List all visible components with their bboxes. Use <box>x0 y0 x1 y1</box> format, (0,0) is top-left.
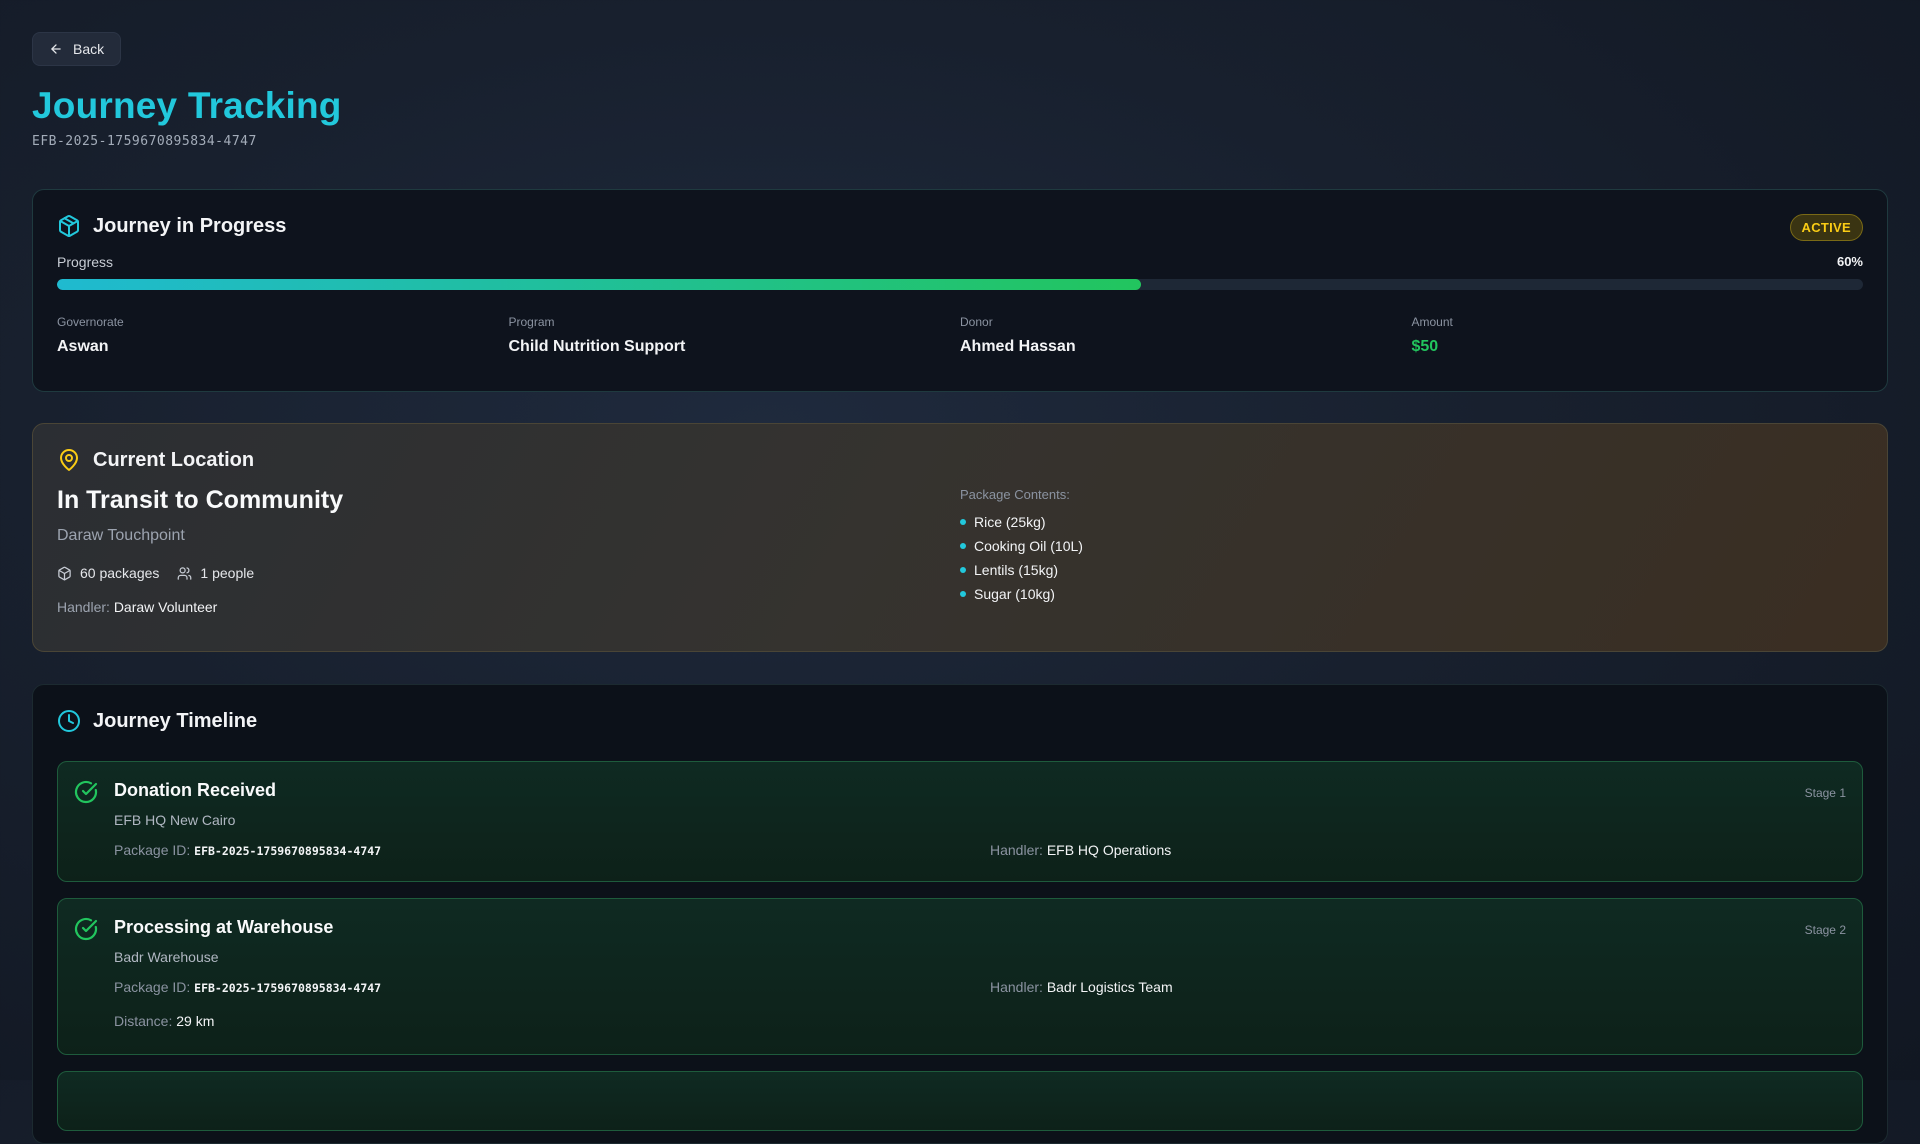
progress-label: Progress <box>57 254 114 270</box>
current-location-header: Current Location <box>57 448 1863 472</box>
handler-label: Handler: <box>990 979 1043 995</box>
location-main: In Transit to Community Daraw Touchpoint… <box>57 486 960 615</box>
bullet-dot <box>960 591 966 597</box>
distance-value: 29 km <box>176 1013 215 1029</box>
packages-stat: 60 packages <box>57 565 159 581</box>
list-item: Cooking Oil (10L) <box>960 534 1863 558</box>
package-contents-label: Package Contents: <box>960 487 1070 502</box>
meta-value: $50 <box>1411 338 1439 355</box>
journey-timeline-card: Journey Timeline Donation Received Stage… <box>32 684 1888 1144</box>
list-item: Lentils (15kg) <box>960 558 1863 582</box>
back-button[interactable]: Back <box>32 32 122 66</box>
location-details: In Transit to Community Daraw Touchpoint… <box>57 486 1863 615</box>
stage-distance: Distance: 29 km <box>114 1013 1846 1029</box>
stage-details: Package ID: EFB-2025-1759670895834-4747 … <box>114 842 1846 858</box>
check-circle-icon <box>74 780 98 804</box>
journey-meta: Governorate Aswan Program Child Nutritio… <box>57 315 1863 356</box>
handler-value: EFB HQ Operations <box>1046 842 1172 858</box>
current-location-card: Current Location In Transit to Community… <box>32 423 1888 652</box>
meta-label: Governorate <box>57 315 124 329</box>
bullet-dot <box>960 567 966 573</box>
handler-value: Daraw Volunteer <box>113 599 218 615</box>
handler-label: Handler: <box>990 842 1043 858</box>
progress-bar <box>57 279 1863 290</box>
journey-progress-header: Journey in Progress <box>57 214 1863 238</box>
package-icon <box>57 214 81 238</box>
meta-value: Ahmed Hassan <box>960 338 1076 355</box>
stage-number: Stage 1 <box>1804 786 1846 800</box>
content-item: Rice (25kg) <box>974 514 1046 530</box>
stage-package: Package ID: EFB-2025-1759670895834-4747 <box>114 979 990 995</box>
people-count: 1 people <box>200 565 255 581</box>
progress-row: Progress 60% <box>57 254 1863 270</box>
stage-title: Donation Received <box>114 780 277 800</box>
meta-label: Program <box>508 315 555 329</box>
meta-label: Amount <box>1411 315 1453 329</box>
meta-donor: Donor Ahmed Hassan <box>960 315 1412 356</box>
distance-label: Distance: <box>114 1013 173 1029</box>
journey-timeline-header: Journey Timeline <box>57 709 1863 733</box>
handler-label: Handler: <box>57 599 110 615</box>
location-status: In Transit to Community <box>57 486 344 514</box>
list-item: Sugar (10kg) <box>960 582 1863 606</box>
journey-timeline-title: Journey Timeline <box>93 709 258 732</box>
timeline-stage[interactable]: Processing at Warehouse Stage 2 Badr War… <box>57 898 1863 1055</box>
stage-details: Package ID: EFB-2025-1759670895834-4747 … <box>114 979 1846 995</box>
journey-progress-card: Journey in Progress ACTIVE Progress 60% … <box>32 189 1888 392</box>
journey-id: EFB-2025-1759670895834-4747 <box>32 134 257 150</box>
meta-value: Aswan <box>57 338 109 355</box>
bullet-dot <box>960 543 966 549</box>
map-pin-icon <box>57 448 81 472</box>
location-handler: Handler: Daraw Volunteer <box>57 599 960 615</box>
users-icon <box>178 566 192 580</box>
package-contents-list: Rice (25kg) Cooking Oil (10L) Lentils (1… <box>960 510 1863 606</box>
location-touchpoint: Daraw Touchpoint <box>57 527 185 544</box>
status-badge: ACTIVE <box>1789 214 1863 241</box>
clock-icon <box>57 709 81 733</box>
stage-handler: Handler: Badr Logistics Team <box>990 979 1846 995</box>
handler-value: Badr Logistics Team <box>1046 979 1173 995</box>
stage-location: Badr Warehouse <box>114 949 219 965</box>
bullet-dot <box>960 519 966 525</box>
stage-handler: Handler: EFB HQ Operations <box>990 842 1846 858</box>
content-item: Cooking Oil (10L) <box>974 538 1083 554</box>
meta-program: Program Child Nutrition Support <box>509 315 961 356</box>
content-item: Sugar (10kg) <box>974 586 1055 602</box>
box-icon <box>58 566 71 580</box>
check-circle-icon <box>74 917 98 941</box>
progress-percent: 60% <box>1836 254 1863 269</box>
package-id-value: EFB-2025-1759670895834-4747 <box>194 844 382 858</box>
package-id-label: Package ID: <box>114 979 191 995</box>
packages-count: 60 packages <box>80 565 160 581</box>
timeline-stage[interactable] <box>57 1071 1863 1131</box>
list-item: Rice (25kg) <box>960 510 1863 534</box>
meta-amount: Amount $50 <box>1412 315 1864 356</box>
journey-tracking-page: Back Journey Tracking EFB-2025-175967089… <box>32 32 1888 1144</box>
package-id-label: Package ID: <box>114 842 191 858</box>
journey-progress-title: Journey in Progress <box>93 214 287 237</box>
meta-label: Donor <box>960 315 993 329</box>
package-contents: Package Contents: Rice (25kg) Cooking Oi… <box>960 486 1863 615</box>
current-location-title: Current Location <box>93 448 255 471</box>
back-button-label: Back <box>73 41 105 57</box>
location-stats: 60 packages 1 people <box>57 565 960 581</box>
page-title: Journey Tracking <box>32 85 342 126</box>
stage-package: Package ID: EFB-2025-1759670895834-4747 <box>114 842 990 858</box>
timeline-stage[interactable]: Donation Received Stage 1 EFB HQ New Cai… <box>57 761 1863 882</box>
people-stat: 1 people <box>177 565 254 581</box>
stage-location: EFB HQ New Cairo <box>114 812 236 828</box>
package-id-value: EFB-2025-1759670895834-4747 <box>194 981 382 995</box>
stage-title: Processing at Warehouse <box>114 917 334 937</box>
meta-value: Child Nutrition Support <box>508 338 686 355</box>
content-item: Lentils (15kg) <box>974 562 1059 578</box>
stage-number: Stage 2 <box>1804 923 1846 937</box>
arrow-left-icon <box>51 44 61 54</box>
meta-governorate: Governorate Aswan <box>57 315 509 356</box>
progress-bar-fill <box>57 279 1141 290</box>
